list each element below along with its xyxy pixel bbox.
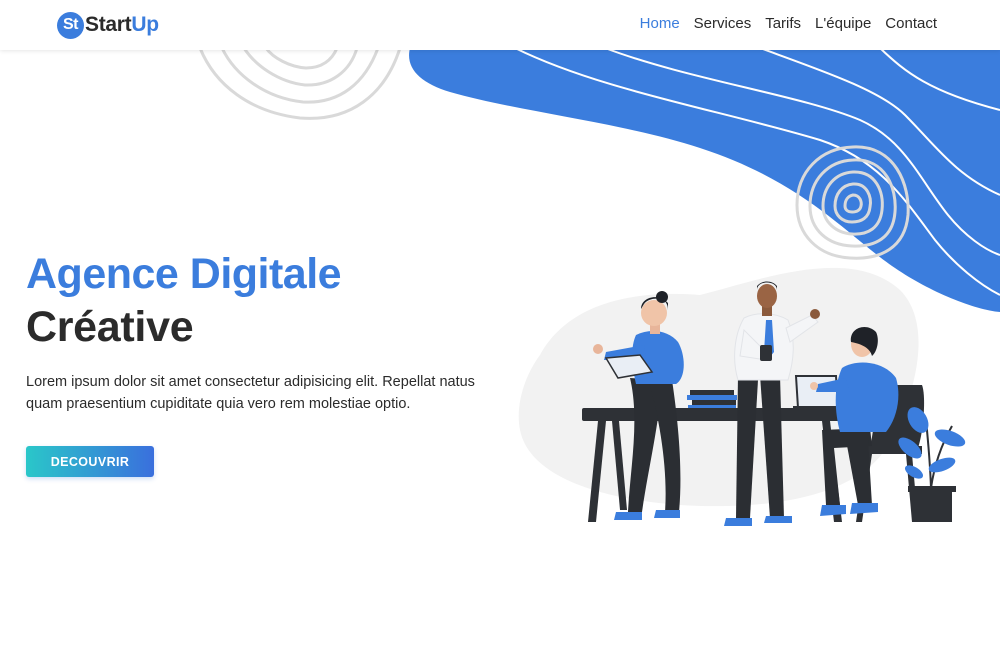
navbar: St StartUp Home Services Tarifs L'équipe… xyxy=(0,0,1000,50)
hero-title-line2: Créative xyxy=(26,303,194,351)
books-stack xyxy=(687,390,737,408)
nav-home[interactable]: Home xyxy=(640,15,680,32)
decouvrir-button[interactable]: DECOUVRIR xyxy=(26,446,154,477)
nav-contact[interactable]: Contact xyxy=(885,15,937,32)
logo-badge: St xyxy=(57,11,84,39)
brand-logo[interactable]: St StartUp xyxy=(57,11,159,39)
brand-name: StartUp xyxy=(85,13,159,37)
hero-description: Lorem ipsum dolor sit amet consectetur a… xyxy=(26,374,475,412)
hero-title: Agence Digitale Créative xyxy=(26,248,342,354)
nav-services[interactable]: Services xyxy=(694,15,752,32)
nav-tarifs[interactable]: Tarifs xyxy=(765,15,801,32)
brand-name-up: Up xyxy=(131,13,159,36)
brand-name-start: Start xyxy=(85,13,132,36)
nav-equipe[interactable]: L'équipe xyxy=(815,15,871,32)
main-nav: Home Services Tarifs L'équipe Contact xyxy=(640,15,937,32)
hero-title-line1: Agence Digitale xyxy=(26,250,342,298)
